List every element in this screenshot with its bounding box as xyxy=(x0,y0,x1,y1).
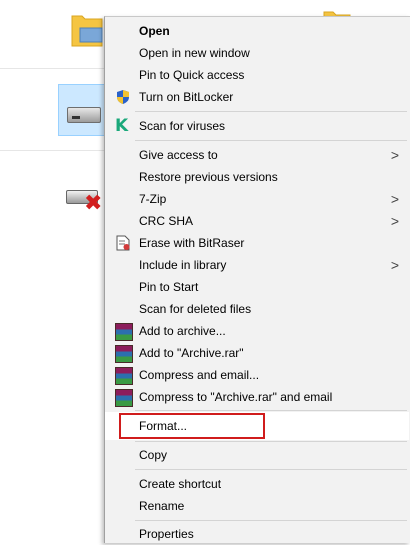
menu-item-label: Compress to "Archive.rar" and email xyxy=(139,390,333,404)
group-divider xyxy=(0,150,104,151)
menu-item-crc-sha[interactable]: CRC SHA > xyxy=(105,210,409,232)
menu-separator xyxy=(135,410,407,411)
menu-item-rename[interactable]: Rename xyxy=(105,495,409,517)
menu-item-pin-quick-access[interactable]: Pin to Quick access xyxy=(105,64,409,86)
menu-item-label: Give access to xyxy=(139,148,218,162)
menu-item-label: Properties xyxy=(139,527,194,541)
menu-item-format[interactable]: Format... xyxy=(105,412,409,440)
menu-item-label: Pin to Quick access xyxy=(139,68,245,82)
bitraser-document-icon xyxy=(116,235,130,251)
menu-item-give-access[interactable]: Give access to > xyxy=(105,144,409,166)
menu-item-label: Turn on BitLocker xyxy=(139,90,234,104)
menu-item-label: Include in library xyxy=(139,258,227,272)
menu-item-compress-rar-email[interactable]: Compress to "Archive.rar" and email xyxy=(105,386,409,408)
context-menu: Open Open in new window Pin to Quick acc… xyxy=(104,16,410,543)
chevron-right-icon: > xyxy=(390,191,399,207)
menu-item-compress-email[interactable]: Compress and email... xyxy=(105,364,409,386)
menu-item-label: Compress and email... xyxy=(139,368,260,382)
menu-item-label: Pin to Start xyxy=(139,280,199,294)
selected-drive-item[interactable] xyxy=(58,84,108,136)
menu-item-pin-start[interactable]: Pin to Start xyxy=(105,276,409,298)
menu-separator xyxy=(135,469,407,470)
menu-item-include-library[interactable]: Include in library > xyxy=(105,254,409,276)
menu-item-restore-versions[interactable]: Restore previous versions xyxy=(105,166,409,188)
disconnected-x-icon: ✖ xyxy=(84,190,103,215)
menu-item-turn-on-bitlocker[interactable]: Turn on BitLocker xyxy=(105,86,409,108)
menu-item-label: Restore previous versions xyxy=(139,170,278,184)
menu-item-label: CRC SHA xyxy=(139,214,194,228)
menu-item-open-new-window[interactable]: Open in new window xyxy=(105,42,409,64)
menu-item-add-archive-rar[interactable]: Add to "Archive.rar" xyxy=(105,342,409,364)
winrar-icon xyxy=(115,367,133,385)
chevron-right-icon: > xyxy=(390,147,399,163)
menu-item-properties[interactable]: Properties xyxy=(105,523,409,545)
disconnected-network-drive-icon[interactable]: ✖ xyxy=(62,184,108,214)
menu-item-scan-deleted-files[interactable]: Scan for deleted files xyxy=(105,298,409,320)
hard-drive-icon xyxy=(67,107,101,123)
menu-item-label: Erase with BitRaser xyxy=(139,236,245,250)
menu-separator xyxy=(135,111,407,112)
menu-item-label: Add to archive... xyxy=(139,324,226,338)
uac-shield-icon xyxy=(117,90,129,104)
winrar-icon xyxy=(115,389,133,407)
menu-item-label: Scan for deleted files xyxy=(139,302,252,316)
menu-item-label: Create shortcut xyxy=(139,477,222,491)
menu-item-copy[interactable]: Copy xyxy=(105,444,409,466)
menu-item-label: Add to "Archive.rar" xyxy=(139,346,244,360)
chevron-right-icon: > xyxy=(390,213,399,229)
menu-item-label: Rename xyxy=(139,499,185,513)
menu-item-label: 7-Zip xyxy=(139,192,167,206)
menu-item-7zip[interactable]: 7-Zip > xyxy=(105,188,409,210)
menu-item-label: Scan for viruses xyxy=(139,119,226,133)
chevron-right-icon: > xyxy=(390,257,399,273)
winrar-icon xyxy=(115,323,133,341)
menu-item-erase-bitraser[interactable]: Erase with BitRaser xyxy=(105,232,409,254)
kaspersky-icon: K xyxy=(115,116,129,136)
menu-item-open[interactable]: Open xyxy=(105,20,409,42)
menu-item-scan-viruses[interactable]: K Scan for viruses xyxy=(105,115,409,137)
folder-icon[interactable] xyxy=(70,8,104,48)
menu-item-label: Open in new window xyxy=(139,46,250,60)
menu-item-create-shortcut[interactable]: Create shortcut xyxy=(105,473,409,495)
winrar-icon xyxy=(115,345,133,363)
format-highlight-box xyxy=(119,413,265,439)
menu-item-label: Open xyxy=(139,24,170,38)
menu-separator xyxy=(135,441,407,442)
menu-separator xyxy=(135,520,407,521)
menu-item-label: Copy xyxy=(139,448,168,462)
menu-item-add-archive[interactable]: Add to archive... xyxy=(105,320,409,342)
group-divider xyxy=(0,68,104,69)
menu-separator xyxy=(135,140,407,141)
